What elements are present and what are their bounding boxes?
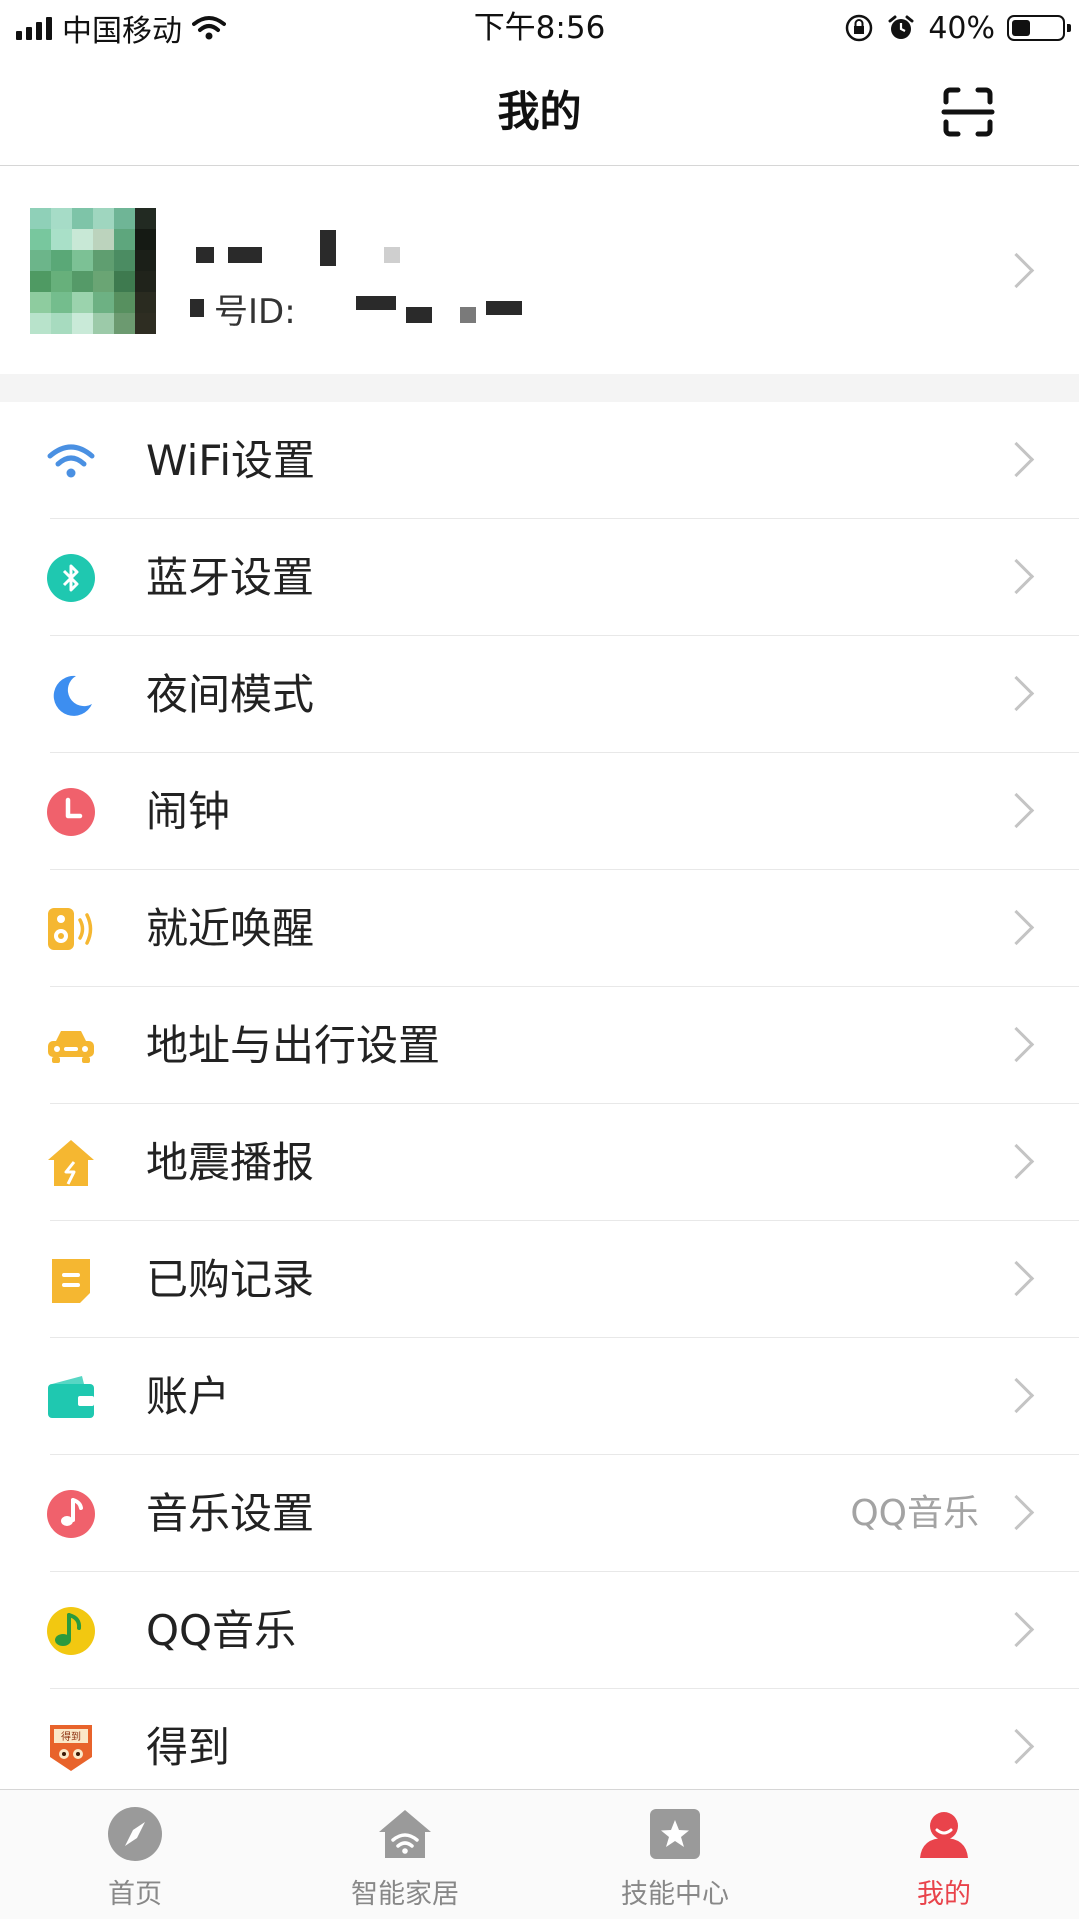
tab-bar: 首页 智能家居 技能中心 我的 — [0, 1789, 1079, 1919]
speaker-wake-icon — [46, 904, 96, 954]
settings-item-label: 夜间模式 — [146, 670, 315, 719]
tab-user-profile[interactable]: 我的 — [809, 1790, 1079, 1918]
section-divider — [0, 374, 1079, 402]
chevron-right-icon — [998, 558, 1035, 595]
alarm-clock-icon — [46, 787, 96, 837]
settings-item[interactable]: 夜间模式 — [0, 636, 1079, 753]
tab-label: 我的 — [917, 1879, 971, 1910]
chevron-right-icon — [998, 792, 1035, 829]
settings-item-label: 地址与出行设置 — [146, 1021, 441, 1070]
user-profile-icon — [916, 1806, 972, 1862]
battery-icon — [1007, 15, 1071, 41]
settings-item-label: 闹钟 — [146, 787, 231, 836]
chevron-right-icon — [998, 1611, 1035, 1648]
chevron-right-icon — [998, 1260, 1035, 1297]
chevron-right-icon — [998, 675, 1035, 712]
wifi-icon — [46, 436, 96, 486]
chevron-right-icon — [998, 441, 1035, 478]
settings-item[interactable]: 音乐设置 QQ音乐 — [0, 1455, 1079, 1572]
avatar — [30, 208, 156, 334]
rotation-lock-icon — [846, 14, 873, 42]
tab-label: 智能家居 — [351, 1879, 459, 1910]
chevron-right-icon — [998, 1494, 1035, 1531]
settings-item[interactable]: QQ音乐 — [0, 1572, 1079, 1689]
profile-id: 号ID: — [190, 282, 522, 334]
navigation-bar: 我的 — [0, 58, 1079, 166]
tab-label: 技能中心 — [621, 1879, 729, 1910]
chevron-right-icon — [998, 1143, 1035, 1180]
smart-home-icon — [377, 1806, 433, 1862]
settings-item-label: WiFi设置 — [146, 436, 316, 485]
purchase-record-icon — [46, 1255, 96, 1305]
chevron-right-icon — [998, 909, 1035, 946]
settings-item-label: 账户 — [146, 1372, 231, 1421]
car-icon — [46, 1021, 96, 1071]
settings-item[interactable]: 账户 — [0, 1338, 1079, 1455]
chevron-right-icon — [998, 1026, 1035, 1063]
settings-item[interactable]: 地址与出行设置 — [0, 987, 1079, 1104]
skill-star-icon — [647, 1806, 703, 1862]
settings-item-label: 音乐设置 — [146, 1489, 315, 1538]
scan-icon[interactable] — [940, 84, 996, 140]
profile-id-label: 号ID: — [214, 291, 296, 332]
compass-icon — [107, 1806, 163, 1862]
alarm-status-icon — [888, 15, 914, 39]
page-title: 我的 — [497, 87, 582, 136]
settings-item[interactable]: WiFi设置 — [0, 402, 1079, 519]
bluetooth-icon — [46, 553, 96, 603]
settings-item[interactable]: 闹钟 — [0, 753, 1079, 870]
profile-card[interactable]: 号ID: — [0, 166, 1079, 374]
settings-item[interactable]: 地震播报 — [0, 1104, 1079, 1221]
dedao-app-icon: 得到 — [46, 1723, 96, 1773]
qq-music-icon — [46, 1606, 96, 1656]
settings-item-label: QQ音乐 — [146, 1606, 297, 1655]
settings-item[interactable]: 蓝牙设置 — [0, 519, 1079, 636]
chevron-right-icon — [998, 1728, 1035, 1765]
music-note-icon — [46, 1489, 96, 1539]
chevron-right-icon — [998, 252, 1035, 289]
tab-skill-star[interactable]: 技能中心 — [540, 1790, 810, 1918]
settings-item-label: 地震播报 — [146, 1138, 315, 1187]
settings-list: WiFi设置 蓝牙设置夜间模式闹钟就近唤醒地址与出行设置 地震播报已购记录账户音乐设… — [0, 402, 1079, 1806]
svg-text:得到: 得到 — [61, 1731, 81, 1743]
battery-percentage: 40% — [928, 10, 995, 46]
settings-item-label: 蓝牙设置 — [146, 553, 315, 602]
settings-item[interactable]: 已购记录 — [0, 1221, 1079, 1338]
settings-item-label: 就近唤醒 — [146, 904, 315, 953]
earthquake-house-icon — [46, 1138, 96, 1188]
tab-smart-home[interactable]: 智能家居 — [270, 1790, 540, 1918]
tab-label: 首页 — [108, 1879, 162, 1910]
settings-item-label: 已购记录 — [146, 1255, 315, 1304]
profile-name-redacted — [196, 228, 400, 268]
status-bar: 中国移动 下午8:56 40% — [0, 0, 1079, 58]
settings-item[interactable]: 就近唤醒 — [0, 870, 1079, 987]
chevron-right-icon — [998, 1377, 1035, 1414]
settings-item-value: QQ音乐 — [850, 1493, 979, 1534]
wallet-icon — [46, 1372, 96, 1422]
tab-compass[interactable]: 首页 — [0, 1790, 270, 1918]
moon-icon — [46, 670, 96, 720]
